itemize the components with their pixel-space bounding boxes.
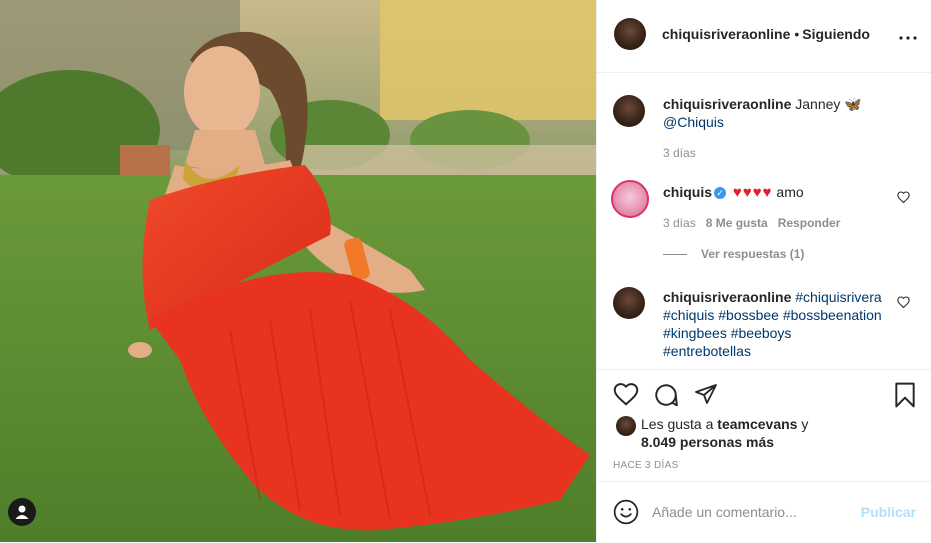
post-header: chiquisriveraonline • Siguiendo bbox=[597, 0, 931, 73]
user-tag-icon[interactable] bbox=[8, 498, 36, 526]
comment-likes[interactable]: 8 Me gusta bbox=[706, 216, 768, 230]
post-timestamp: HACE 3 DÍAS bbox=[613, 460, 679, 471]
comment-username[interactable]: chiquisriveraonline bbox=[663, 96, 791, 112]
comments-list[interactable]: chiquisriveraonline Janney 🦋 @Chiquis 3 … bbox=[597, 73, 931, 369]
avatar[interactable] bbox=[611, 180, 649, 218]
likes-suffix: y bbox=[801, 416, 809, 432]
replies-line bbox=[663, 254, 687, 256]
comment-input[interactable]: Añade un comentario... bbox=[652, 504, 797, 520]
more-options-icon[interactable] bbox=[899, 26, 917, 42]
comment-time: 3 días bbox=[663, 216, 696, 230]
comment-text: chiquisriveraonline #chiquisrivera #chiq… bbox=[663, 288, 883, 360]
comment-meta: 3 días 8 Me gusta Responder bbox=[663, 216, 840, 230]
view-replies-button[interactable]: Ver respuestas (1) bbox=[663, 247, 804, 261]
likes-others[interactable]: 8.049 personas más bbox=[641, 434, 774, 450]
comment-icon[interactable] bbox=[653, 382, 679, 413]
post-photo[interactable] bbox=[0, 0, 596, 542]
likes-prefix: Les gusta a bbox=[641, 416, 714, 432]
avatar[interactable] bbox=[616, 416, 636, 436]
heart-icon[interactable] bbox=[613, 382, 639, 411]
avatar[interactable] bbox=[613, 287, 645, 319]
caption-text: chiquisriveraonline Janney 🦋 @Chiquis bbox=[663, 95, 893, 131]
comment-text: chiquis ✓ ♥♥♥♥ amo bbox=[663, 183, 893, 202]
likes-summary: Les gusta a teamcevans y 8.049 personas … bbox=[641, 415, 901, 451]
post-side-panel: chiquisriveraonline • Siguiendo chiquisriv… bbox=[596, 0, 931, 542]
avatar[interactable] bbox=[613, 95, 645, 127]
heart-icon[interactable] bbox=[897, 296, 910, 311]
likes-user[interactable]: teamcevans bbox=[717, 416, 797, 432]
caption-time: 3 días bbox=[663, 146, 696, 160]
verified-icon: ✓ bbox=[714, 187, 727, 199]
comment-username[interactable]: chiquisriveraonline bbox=[663, 289, 791, 305]
separator-dot: • bbox=[794, 26, 800, 42]
header-user-line: chiquisriveraonline • Siguiendo bbox=[662, 26, 870, 42]
smile-icon[interactable] bbox=[613, 499, 639, 530]
comment-username[interactable]: chiquis bbox=[663, 184, 712, 200]
post-actions: Les gusta a teamcevans y 8.049 personas … bbox=[597, 369, 931, 482]
bookmark-icon[interactable] bbox=[894, 382, 916, 413]
view-replies-label: Ver respuestas (1) bbox=[701, 247, 805, 261]
caption-body: Janney 🦋 bbox=[795, 96, 862, 112]
author-username[interactable]: chiquisriveraonline bbox=[662, 26, 790, 42]
heart-icon[interactable] bbox=[897, 191, 910, 206]
post-image bbox=[0, 0, 596, 542]
mention-link[interactable]: @Chiquis bbox=[663, 114, 724, 130]
avatar[interactable] bbox=[614, 18, 646, 50]
publish-button[interactable]: Publicar bbox=[861, 504, 916, 520]
reply-button[interactable]: Responder bbox=[778, 216, 841, 230]
hearts-emoji: ♥♥♥♥ bbox=[732, 184, 773, 201]
comment-body: amo bbox=[776, 184, 804, 200]
comment-composer: Añade un comentario... Publicar bbox=[597, 481, 931, 543]
share-icon[interactable] bbox=[693, 382, 719, 411]
follow-status-button[interactable]: Siguiendo bbox=[802, 26, 870, 42]
